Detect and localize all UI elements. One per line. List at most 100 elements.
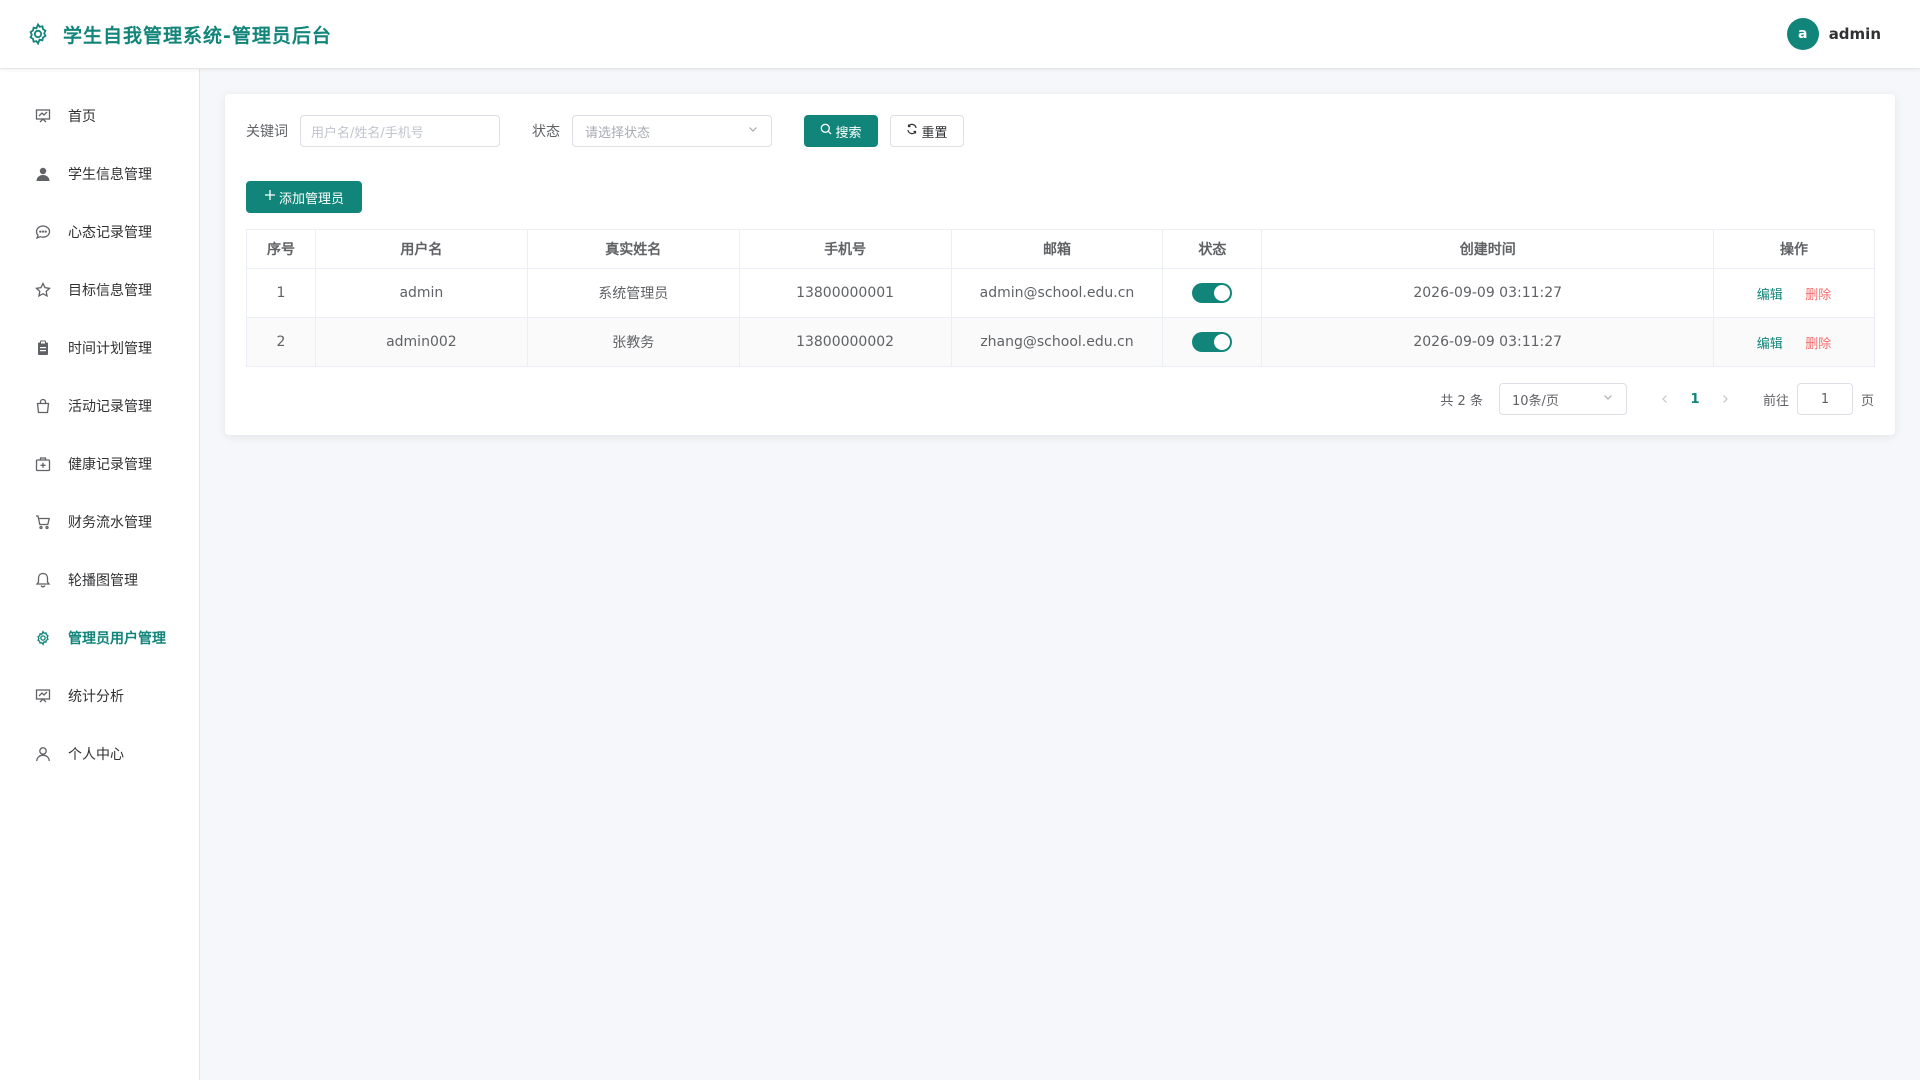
user-icon	[34, 745, 52, 763]
gear-icon	[25, 21, 51, 47]
status-toggle[interactable]	[1192, 283, 1233, 303]
edit-button[interactable]: 编辑	[1757, 288, 1783, 303]
sidebar-item-health[interactable]: 健康记录管理	[0, 435, 199, 493]
chevron-right-icon	[1723, 395, 1728, 403]
sidebar-item-label: 轮播图管理	[68, 573, 138, 589]
table-row: 1 admin 系统管理员 13800000001 admin@school.e…	[246, 268, 1875, 318]
prev-page-button[interactable]	[1651, 383, 1679, 415]
avatar[interactable]: a	[1786, 18, 1819, 50]
cell-email: admin@school.edu.cn	[950, 268, 1164, 318]
cell-index: 2	[246, 317, 316, 367]
delete-button[interactable]: 删除	[1805, 288, 1831, 303]
jump-page-input[interactable]: 1	[1796, 383, 1853, 415]
sidebar-item-admin-users[interactable]: 管理员用户管理	[0, 609, 199, 667]
filter-bar: 关键词 用户名/姓名/手机号 状态 请选择状态 搜索 重置	[246, 115, 964, 147]
add-admin-button[interactable]: 添加管理员	[246, 181, 362, 213]
column-header-index: 序号	[246, 229, 316, 269]
keyword-label: 关键词	[246, 124, 288, 140]
sidebar-item-label: 活动记录管理	[68, 399, 152, 415]
star-icon	[34, 281, 52, 299]
column-header-realname: 真实姓名	[526, 229, 740, 269]
admin-users-panel: 关键词 用户名/姓名/手机号 状态 请选择状态 搜索 重置 添加管理员 序号 用…	[225, 94, 1895, 435]
column-header-username: 用户名	[314, 229, 528, 269]
user-filled-icon	[34, 165, 52, 183]
column-header-status: 状态	[1162, 229, 1263, 269]
cell-created: 2026-09-09 03:11:27	[1261, 317, 1715, 367]
page-size-value: 10条/页	[1511, 393, 1559, 409]
username[interactable]: admin	[1829, 25, 1881, 43]
clipboard-icon	[34, 339, 52, 357]
cell-username: admin002	[314, 317, 528, 367]
user-menu[interactable]: a admin	[1786, 18, 1881, 50]
shopping-cart-icon	[34, 513, 52, 531]
page-number-current[interactable]: 1	[1679, 383, 1711, 415]
top-header: 学生自我管理系统-管理员后台 a admin	[0, 0, 1920, 69]
status-select[interactable]: 请选择状态	[572, 115, 772, 147]
reset-button[interactable]: 重置	[890, 115, 964, 147]
keyword-input[interactable]: 用户名/姓名/手机号	[300, 115, 500, 147]
search-button-label: 搜索	[835, 125, 862, 141]
cell-email: zhang@school.edu.cn	[950, 317, 1164, 367]
sidebar-item-label: 学生信息管理	[68, 167, 152, 183]
cell-username: admin	[314, 268, 528, 318]
edit-button[interactable]: 编辑	[1757, 337, 1783, 352]
plus-icon	[264, 189, 276, 205]
cell-realname: 系统管理员	[526, 268, 740, 318]
cell-realname: 张教务	[526, 317, 740, 367]
column-header-actions: 操作	[1713, 229, 1875, 269]
jump-unit: 页	[1860, 393, 1874, 409]
delete-button[interactable]: 删除	[1805, 337, 1831, 352]
cell-index: 1	[246, 268, 316, 318]
cell-actions: 编辑 删除	[1713, 268, 1875, 318]
next-page-button[interactable]	[1711, 383, 1739, 415]
table-row: 2 admin002 张教务 13800000002 zhang@school.…	[246, 317, 1875, 367]
sidebar-item-carousel[interactable]: 轮播图管理	[0, 551, 199, 609]
sidebar-item-label: 健康记录管理	[68, 457, 152, 473]
chevron-down-icon	[747, 123, 759, 139]
search-icon	[820, 123, 832, 139]
sidebar-item-label: 目标信息管理	[68, 283, 152, 299]
brand: 学生自我管理系统-管理员后台	[25, 21, 332, 48]
sidebar-item-profile[interactable]: 个人中心	[0, 725, 199, 783]
shopping-bag-icon	[34, 397, 52, 415]
sidebar: 首页 学生信息管理 心态记录管理 目标信息管理 时间计划管理 活动记录管理 健康…	[0, 69, 200, 1080]
sidebar-item-label: 统计分析	[68, 689, 124, 705]
app-title: 学生自我管理系统-管理员后台	[63, 24, 332, 47]
sidebar-item-activities[interactable]: 活动记录管理	[0, 377, 199, 435]
cell-phone: 13800000001	[738, 268, 952, 318]
toggle-knob	[1214, 285, 1231, 301]
sidebar-item-goals[interactable]: 目标信息管理	[0, 261, 199, 319]
toggle-knob	[1214, 334, 1231, 350]
sidebar-item-home[interactable]: 首页	[0, 87, 199, 145]
status-toggle[interactable]	[1192, 332, 1233, 352]
sidebar-item-label: 财务流水管理	[68, 515, 152, 531]
sidebar-item-label: 管理员用户管理	[68, 631, 166, 647]
sidebar-item-students[interactable]: 学生信息管理	[0, 145, 199, 203]
refresh-icon	[906, 123, 918, 139]
sidebar-item-statistics[interactable]: 统计分析	[0, 667, 199, 725]
cell-status	[1162, 268, 1263, 318]
column-header-created: 创建时间	[1261, 229, 1715, 269]
cell-status	[1162, 317, 1263, 367]
status-placeholder: 请选择状态	[585, 125, 651, 141]
sidebar-item-finance[interactable]: 财务流水管理	[0, 493, 199, 551]
keyword-placeholder: 用户名/姓名/手机号	[311, 125, 424, 141]
presentation-icon	[34, 687, 52, 705]
cell-phone: 13800000002	[738, 317, 952, 367]
sidebar-item-schedule[interactable]: 时间计划管理	[0, 319, 199, 377]
admin-users-table: 序号 用户名 真实姓名 手机号 邮箱 状态 创建时间 操作 1 admin 系统…	[246, 229, 1875, 367]
search-button[interactable]: 搜索	[804, 115, 878, 147]
sidebar-item-mood[interactable]: 心态记录管理	[0, 203, 199, 261]
dashboard-icon	[34, 107, 52, 125]
add-admin-label: 添加管理员	[278, 191, 344, 207]
jump-label: 前往	[1762, 393, 1789, 409]
sidebar-item-label: 时间计划管理	[68, 341, 152, 357]
bell-icon	[34, 571, 52, 589]
page-size-select[interactable]: 10条/页	[1498, 383, 1627, 415]
pagination-total: 共 2 条	[1440, 393, 1483, 409]
chevron-down-icon	[1602, 391, 1614, 407]
first-aid-kit-icon	[34, 455, 52, 473]
sidebar-item-label: 首页	[68, 109, 96, 125]
column-header-email: 邮箱	[950, 229, 1164, 269]
chat-icon	[34, 223, 52, 241]
